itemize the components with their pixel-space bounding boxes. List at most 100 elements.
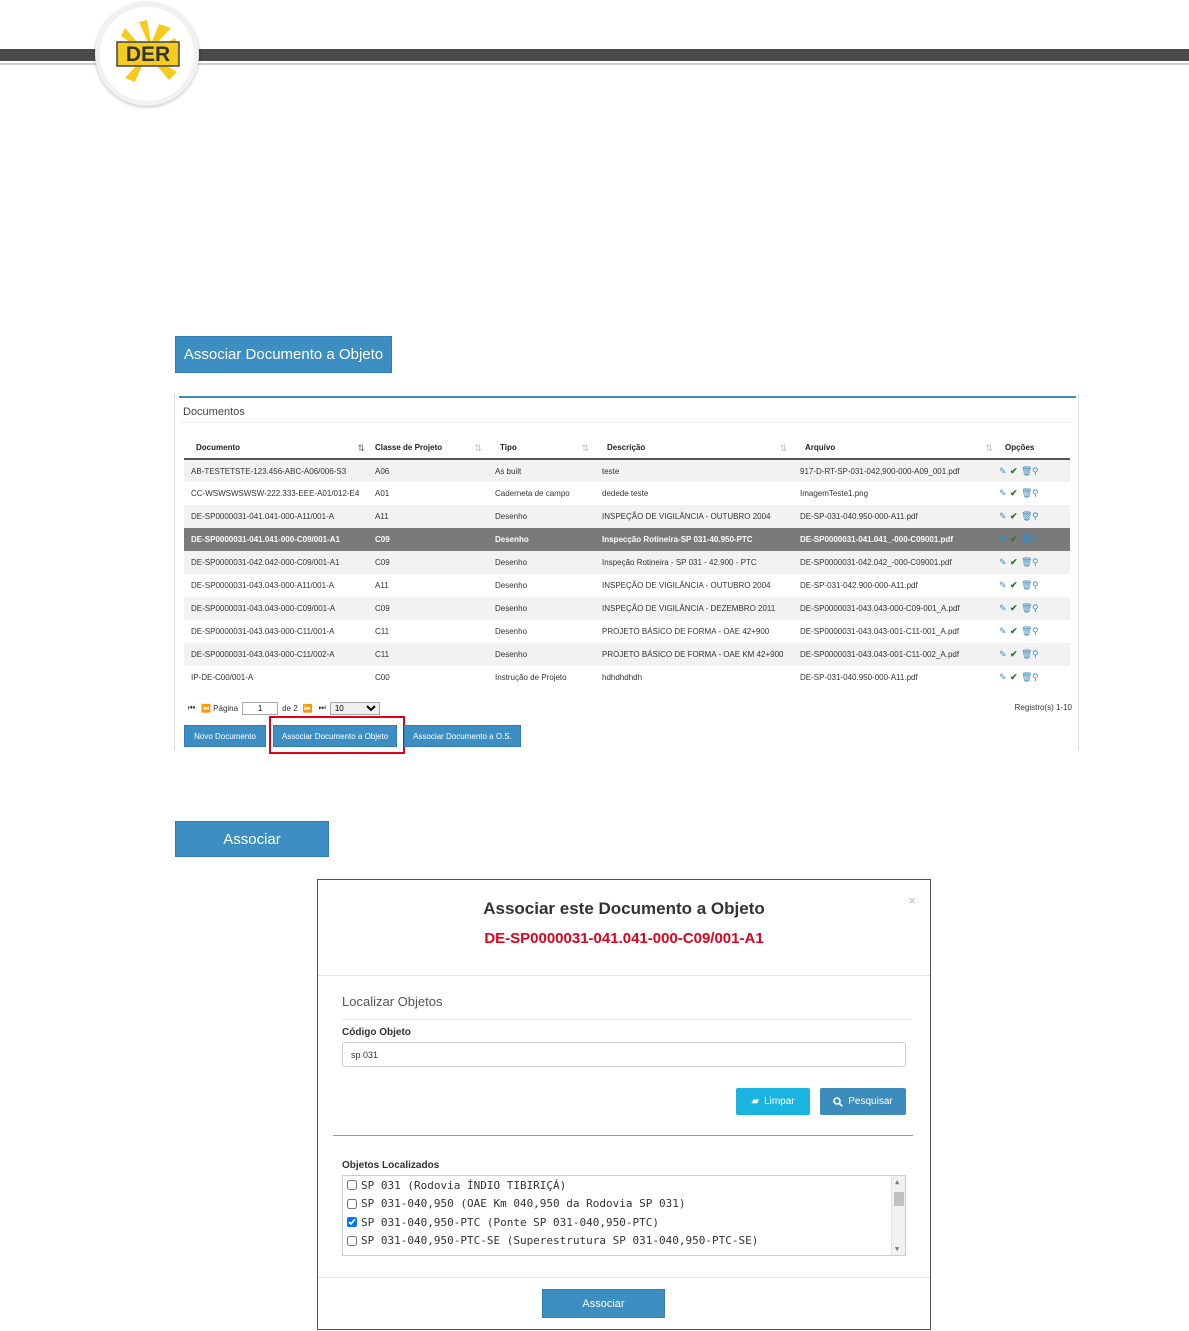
trash-icon[interactable]: 🗑 — [1021, 650, 1032, 659]
object-checkbox[interactable] — [347, 1198, 357, 1209]
listbox-scrollbar[interactable]: ▲ ▼ — [891, 1176, 905, 1255]
edit-icon[interactable]: ✎ — [999, 627, 1008, 636]
check-icon[interactable]: ✔ — [1010, 558, 1019, 567]
table-row[interactable]: DE-SP0000031-041.041-000-C09/001-A1 C09 De… — [184, 528, 1070, 551]
check-icon[interactable]: ✔ — [1010, 535, 1019, 544]
table-row[interactable]: DE-SP0000031-043.043-000-A11/001-A A11 Des… — [184, 574, 1070, 597]
col-header-label: Opções — [1005, 443, 1035, 452]
trash-icon[interactable]: 🗑 — [1021, 673, 1032, 682]
edit-icon[interactable]: ✎ — [999, 512, 1008, 521]
scroll-thumb[interactable] — [894, 1192, 904, 1206]
trash-icon[interactable]: 🗑 — [1021, 558, 1032, 567]
cell-desc: Inspeção Rotineira - SP 031 - 42.900 - P… — [595, 551, 793, 574]
cell-options: ✎ ✔ 🗑 ⚲ — [999, 666, 1070, 689]
table-row[interactable]: DE-SP0000031-043.043-000-C11/001-A C11 Des… — [184, 620, 1070, 643]
associate-os-button[interactable]: Associar Documento a O.S. — [404, 725, 521, 747]
last-page-icon[interactable]: ⏭ — [319, 703, 326, 713]
edit-icon[interactable]: ✎ — [999, 650, 1008, 659]
objects-listbox[interactable]: SP 031 (Rodovia ÍNDIO TIBIRIÇÁ) SP 031-04… — [342, 1175, 906, 1256]
search-icon[interactable]: ⚲ — [1032, 466, 1041, 476]
col-header-arquivo[interactable]: Arquivo ⇅ — [793, 437, 999, 460]
prev-page-icon[interactable]: ⏪ — [201, 704, 211, 713]
cell-tipo: As built — [488, 459, 595, 482]
trash-icon[interactable]: 🗑 — [1021, 604, 1032, 613]
cell-desc: dedede teste — [595, 482, 793, 505]
panel-title: Documentos — [183, 406, 245, 418]
cell-options: ✎ ✔ 🗑 ⚲ — [999, 597, 1070, 620]
table-row[interactable]: CC-WSWSWSWSW-222.333-EEE-A01/012-E4 A01 Ca… — [184, 482, 1070, 505]
edit-icon[interactable]: ✎ — [999, 489, 1008, 498]
edit-icon[interactable]: ✎ — [999, 535, 1008, 544]
search-icon[interactable]: ⚲ — [1032, 650, 1041, 659]
cell-tipo: Desenho — [488, 574, 595, 597]
list-item[interactable]: SP 031-040,950-PTC (Ponte SP 031-040,950… — [343, 1213, 905, 1232]
check-icon[interactable]: ✔ — [1010, 673, 1019, 682]
list-item[interactable]: SP 031-040,950 (OAE Km 040,950 da Rodovi… — [343, 1195, 905, 1214]
trash-icon[interactable]: 🗑 — [1021, 535, 1032, 544]
table-row[interactable]: DE-SP0000031-043.043-000-C11/002-A C11 Des… — [184, 643, 1070, 666]
edit-icon[interactable]: ✎ — [999, 673, 1008, 682]
cell-options: ✎ ✔ 🗑 ⚲ — [999, 643, 1070, 666]
search-icon[interactable]: ⚲ — [1032, 535, 1041, 544]
check-icon[interactable]: ✔ — [1010, 581, 1019, 590]
search-icon[interactable]: ⚲ — [1032, 604, 1041, 613]
list-item[interactable]: SP 031 (Rodovia ÍNDIO TIBIRIÇÁ) — [343, 1176, 905, 1195]
modal-associar-button[interactable]: Associar — [542, 1289, 665, 1318]
cell-classe: A11 — [371, 574, 488, 597]
object-checkbox[interactable] — [347, 1217, 357, 1228]
edit-icon[interactable]: ✎ — [999, 558, 1008, 567]
object-checkbox[interactable] — [347, 1235, 357, 1246]
search-icon[interactable]: ⚲ — [1032, 558, 1041, 567]
search-icon[interactable]: ⚲ — [1032, 489, 1041, 498]
page-number-input[interactable] — [242, 701, 279, 715]
search-icon[interactable]: ⚲ — [1032, 673, 1041, 682]
col-header-documento[interactable]: Documento ⇅ — [184, 437, 371, 460]
scroll-down-icon[interactable]: ▼ — [895, 1245, 899, 1253]
cell-arquivo: ImagemTeste1.png — [793, 482, 999, 505]
col-header-descricao[interactable]: Descrição ⇅ — [595, 437, 793, 460]
next-page-icon[interactable]: ⏩ — [303, 704, 313, 713]
search-icon[interactable]: ⚲ — [1032, 627, 1041, 636]
col-header-classe[interactable]: Classe de Projeto ⇅ — [371, 437, 488, 460]
table-row[interactable]: DE-SP0000031-043.043-000-C09/001-A C09 Des… — [184, 597, 1070, 620]
check-icon[interactable]: ✔ — [1010, 512, 1019, 521]
pesquisar-label: Pesquisar — [848, 1096, 893, 1107]
cell-doc: DE-SP0000031-043.043-000-A11/001-A — [184, 574, 371, 597]
edit-icon[interactable]: ✎ — [999, 466, 1008, 476]
check-icon[interactable]: ✔ — [1010, 627, 1019, 636]
trash-icon[interactable]: 🗑 — [1021, 466, 1032, 476]
cell-doc: DE-SP0000031-041.041-000-A11/001-A — [184, 505, 371, 528]
list-item[interactable]: SP 031-040,950-PTC-SE (Superestrutura SP… — [343, 1232, 905, 1251]
close-icon[interactable]: × — [908, 893, 916, 908]
check-icon[interactable]: ✔ — [1010, 604, 1019, 613]
pesquisar-button[interactable]: Pesquisar — [820, 1088, 906, 1115]
associar-button[interactable]: Associar — [175, 821, 329, 857]
page-size-select[interactable]: 10 — [329, 701, 380, 715]
new-document-button[interactable]: Novo Documento — [184, 725, 266, 747]
cell-classe: C09 — [371, 528, 488, 551]
trash-icon[interactable]: 🗑 — [1021, 627, 1032, 636]
edit-icon[interactable]: ✎ — [999, 604, 1008, 613]
trash-icon[interactable]: 🗑 — [1021, 581, 1032, 590]
col-header-tipo[interactable]: Tipo ⇅ — [488, 437, 595, 460]
object-checkbox[interactable] — [347, 1180, 357, 1191]
check-icon[interactable]: ✔ — [1010, 466, 1019, 476]
first-page-icon[interactable]: ⏮ — [188, 703, 195, 713]
edit-icon[interactable]: ✎ — [999, 581, 1008, 590]
scroll-up-icon[interactable]: ▲ — [895, 1178, 899, 1186]
check-icon[interactable]: ✔ — [1010, 650, 1019, 659]
table-row[interactable]: DE-SP0000031-041.041-000-A11/001-A A11 Des… — [184, 505, 1070, 528]
trash-icon[interactable]: 🗑 — [1021, 489, 1032, 498]
table-row[interactable]: AB-TESTETSTE-123.456-ABC-A06/006-S3 A06 As… — [184, 459, 1070, 482]
table-row[interactable]: DE-SP0000031-042.042-000-C09/001-A1 C09 De… — [184, 551, 1070, 574]
associate-document-object-button[interactable]: Associar Documento a Objeto — [175, 336, 392, 373]
records-count: Registro(s) 1-10 — [1014, 703, 1072, 712]
search-icon[interactable]: ⚲ — [1032, 581, 1041, 590]
limpar-button[interactable]: ▰ Limpar — [736, 1088, 810, 1115]
codigo-objeto-input[interactable] — [342, 1042, 906, 1067]
cell-desc: PROJETO BÁSICO DE FORMA - OAE KM 42+900 — [595, 643, 793, 666]
search-icon[interactable]: ⚲ — [1032, 512, 1041, 521]
check-icon[interactable]: ✔ — [1010, 489, 1019, 498]
trash-icon[interactable]: 🗑 — [1021, 512, 1032, 521]
table-row[interactable]: IP-DE-C00/001-A C00 Instrução de Projeto hd… — [184, 666, 1070, 689]
